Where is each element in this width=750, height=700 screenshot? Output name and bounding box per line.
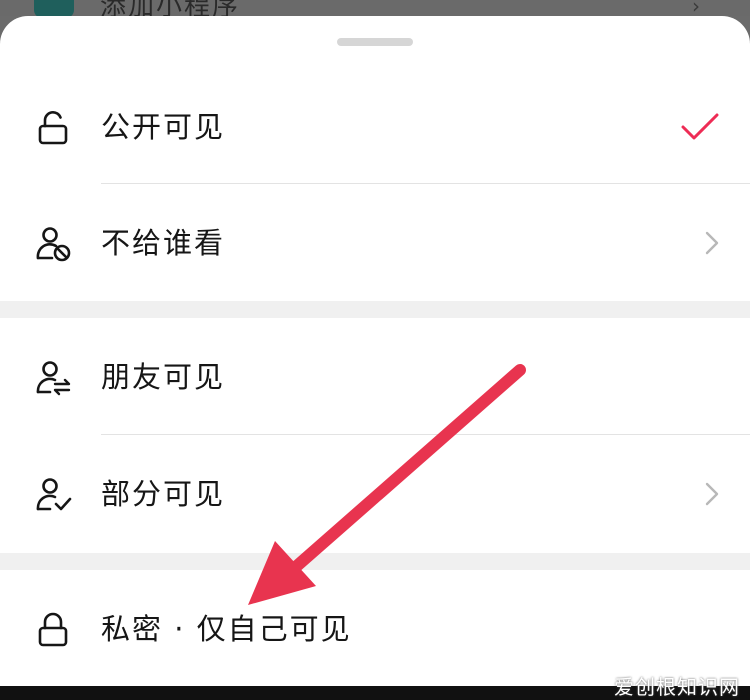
user-check-icon — [36, 478, 72, 511]
visibility-bottom-sheet: 公开可见 不给谁看 朋友可见 部分可见 私密 · 仅自己可见 — [0, 16, 750, 700]
option-label: 部分可见 — [101, 477, 226, 511]
user-swap-icon — [36, 361, 71, 396]
drag-handle[interactable] — [337, 38, 413, 46]
option-partial[interactable]: 部分可见 — [0, 435, 750, 553]
option-label: 私密 · 仅自己可见 — [101, 612, 352, 646]
background-list-item: 添加小程序 › — [0, 0, 750, 16]
option-friends[interactable]: 朋友可见 — [0, 318, 750, 436]
option-public[interactable]: 公开可见 — [0, 68, 750, 186]
option-label: 公开可见 — [101, 110, 226, 144]
section-gap — [0, 301, 750, 318]
chevron-right-icon: › — [692, 0, 700, 16]
background-item-label: 添加小程序 — [100, 0, 241, 16]
chevron-right-icon — [705, 482, 719, 506]
option-hide-from[interactable]: 不给谁看 — [0, 184, 750, 302]
watermark: 爱创根知识网 — [614, 675, 740, 699]
option-label: 朋友可见 — [101, 360, 226, 394]
section-gap — [0, 553, 750, 570]
checkmark-icon — [681, 113, 719, 140]
miniprogram-icon — [34, 0, 74, 16]
option-label: 不给谁看 — [101, 226, 226, 260]
lock-icon — [38, 612, 68, 647]
user-block-icon — [36, 227, 71, 262]
unlock-icon — [38, 111, 68, 145]
chevron-right-icon — [705, 231, 719, 255]
